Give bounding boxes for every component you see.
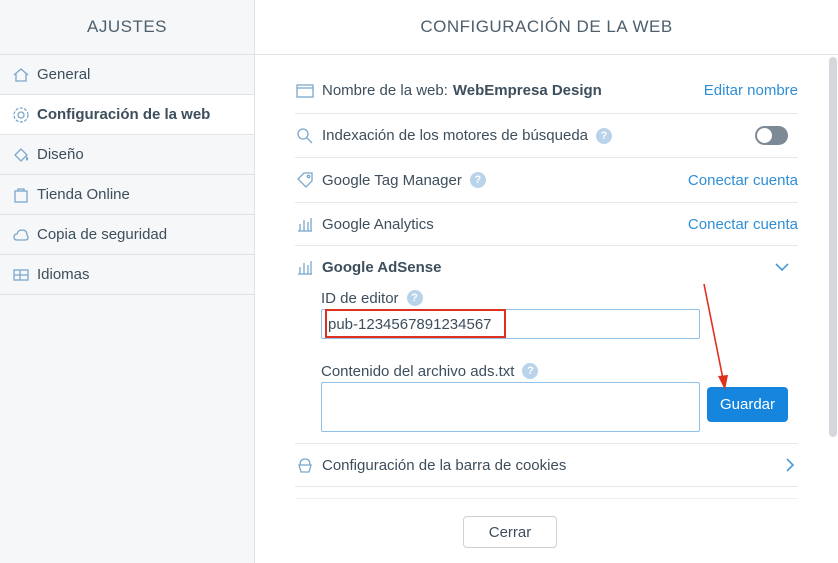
publisher-id-label: ID de editor — [321, 289, 399, 307]
tag-manager-label: Google Tag Manager — [322, 171, 462, 189]
search-icon — [295, 126, 315, 146]
edit-name-link[interactable]: Editar nombre — [704, 82, 798, 99]
indexing-row: Indexación de los motores de búsqueda ? — [295, 114, 798, 158]
cookies-row[interactable]: Configuración de la barra de cookies — [295, 444, 798, 487]
site-name-row: Nombre de la web: WebEmpresa Design Edit… — [295, 68, 798, 114]
adsense-label: Google AdSense — [322, 258, 442, 276]
paint-bucket-icon — [11, 145, 31, 165]
analytics-row: Google Analytics Conectar cuenta — [295, 203, 798, 246]
help-icon[interactable]: ? — [406, 290, 423, 306]
sidebar-item-design[interactable]: Diseño — [0, 135, 254, 175]
chevron-down-icon[interactable] — [774, 259, 790, 275]
sidebar-item-backup[interactable]: Copia de seguridad — [0, 215, 254, 255]
settings-list: Nombre de la web: WebEmpresa Design Edit… — [295, 68, 798, 499]
site-name-label: Nombre de la web: — [322, 82, 448, 99]
sidebar-item-label: Tienda Online — [37, 186, 130, 203]
browser-window-icon — [295, 81, 315, 101]
site-name-value: WebEmpresa Design — [452, 82, 602, 99]
sidebar-item-online-store[interactable]: Tienda Online — [0, 175, 254, 215]
scrollbar-thumb[interactable] — [829, 57, 837, 437]
indexing-toggle[interactable] — [755, 126, 788, 145]
sidebar-item-label: Idiomas — [37, 266, 90, 283]
sidebar-item-label: General — [37, 66, 91, 83]
sidebar-item-label: Diseño — [37, 146, 84, 163]
sidebar-title: AJUSTES — [0, 0, 254, 55]
bar-chart-icon — [295, 214, 315, 234]
shopping-bag-icon — [11, 185, 31, 205]
list-divider — [295, 487, 798, 499]
close-button[interactable]: Cerrar — [463, 516, 557, 548]
adsense-section: Google AdSense ID de editor ? Contenido … — [295, 246, 798, 444]
ads-txt-label: Contenido del archivo ads.txt — [321, 362, 515, 380]
home-icon — [11, 65, 31, 85]
cookies-label: Configuración de la barra de cookies — [322, 456, 567, 474]
connect-analytics-link[interactable]: Conectar cuenta — [688, 216, 798, 233]
help-icon[interactable]: ? — [522, 363, 539, 379]
adsense-header[interactable]: Google AdSense — [295, 246, 798, 288]
ads-txt-textarea[interactable] — [321, 382, 700, 432]
tag-manager-row: Google Tag Manager ? Conectar cuenta — [295, 158, 798, 203]
publisher-id-input[interactable] — [321, 309, 700, 339]
help-icon[interactable]: ? — [469, 172, 486, 188]
sidebar-item-web-settings[interactable]: Configuración de la web — [0, 95, 254, 135]
publisher-id-label-group: ID de editor ? — [321, 288, 423, 308]
cloud-icon — [11, 225, 31, 245]
sidebar-item-general[interactable]: General — [0, 55, 254, 95]
bar-chart-icon — [295, 257, 315, 277]
main-panel: CONFIGURACIÓN DE LA WEB Nombre de la web… — [255, 0, 838, 563]
languages-icon — [11, 265, 31, 285]
sidebar: AJUSTES General Configuración de la web … — [0, 0, 255, 563]
tag-icon — [295, 170, 315, 190]
page-title: CONFIGURACIÓN DE LA WEB — [255, 0, 838, 55]
ads-txt-label-group: Contenido del archivo ads.txt ? — [321, 361, 539, 381]
save-button[interactable]: Guardar — [707, 387, 788, 422]
analytics-label: Google Analytics — [322, 215, 434, 233]
sidebar-item-languages[interactable]: Idiomas — [0, 255, 254, 295]
toggle-knob — [757, 128, 772, 143]
sidebar-item-label: Configuración de la web — [37, 106, 211, 123]
help-icon[interactable]: ? — [596, 127, 613, 144]
chevron-right-icon[interactable] — [784, 457, 796, 473]
sidebar-item-label: Copia de seguridad — [37, 226, 168, 243]
indexing-label: Indexación de los motores de búsqueda — [322, 127, 589, 144]
scrollbar[interactable] — [829, 57, 837, 497]
connect-tag-manager-link[interactable]: Conectar cuenta — [688, 172, 798, 189]
gear-icon — [11, 105, 31, 125]
cookie-icon — [295, 455, 315, 475]
